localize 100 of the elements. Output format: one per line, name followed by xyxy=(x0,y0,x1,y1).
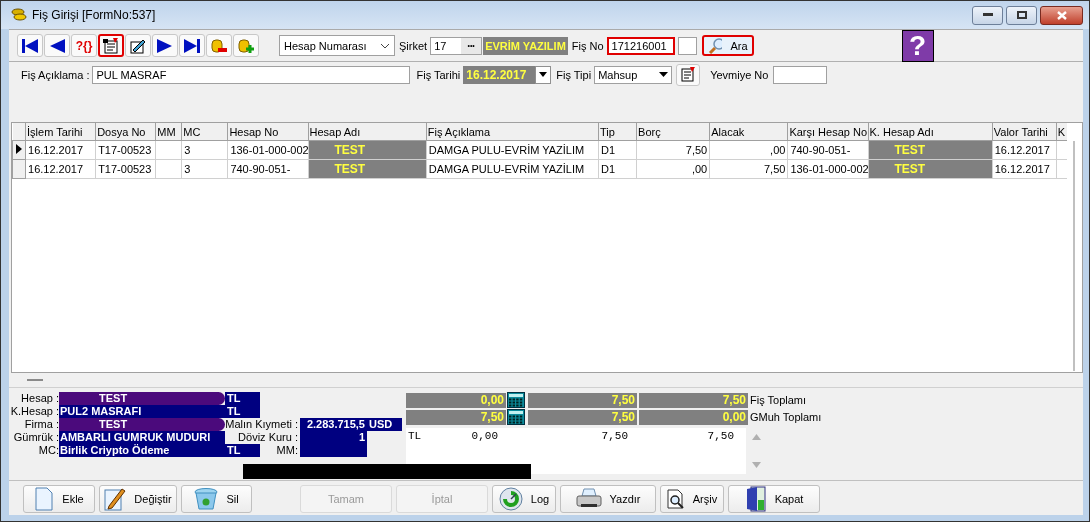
column-header[interactable]: Fiş Açıklama xyxy=(426,123,599,141)
printer-icon xyxy=(575,488,602,510)
dropdown-arrow-icon xyxy=(659,72,669,77)
import-tool-button[interactable] xyxy=(98,34,124,57)
table-cell: 3 xyxy=(181,140,228,160)
column-header[interactable]: Tip xyxy=(598,123,637,141)
document-tool-button[interactable] xyxy=(676,63,701,86)
info-label: Gümrük : xyxy=(12,431,59,444)
total-value: 0,00 xyxy=(639,409,748,425)
table-cell: ,00 xyxy=(709,140,788,160)
info-label: Hesap : xyxy=(20,392,59,405)
table-cell: T17-00523 xyxy=(95,140,156,160)
column-header[interactable]: Borç xyxy=(636,123,710,141)
add-tool-button[interactable] xyxy=(233,34,259,57)
table-cell: ,00 xyxy=(636,159,710,179)
summary-value: 0,00 xyxy=(470,430,498,442)
column-header[interactable]: K. Hesap Adı xyxy=(868,123,993,141)
column-header[interactable]: Valor Tarihi xyxy=(992,123,1057,141)
unit-value: USD xyxy=(367,418,402,431)
document-icon xyxy=(34,487,55,511)
column-header[interactable]: Alacak xyxy=(709,123,788,141)
minimize-icon xyxy=(982,13,993,17)
document-search-icon xyxy=(666,489,685,509)
info-value: 2.283.715,5 xyxy=(300,418,367,431)
info-label: Malın Kıymeti : xyxy=(225,418,299,431)
fis-tipi-dropdown[interactable]: Mahsup xyxy=(594,65,673,84)
first-tool-button[interactable] xyxy=(17,34,43,57)
info-value: TEST xyxy=(59,418,225,431)
currency-value: TL xyxy=(225,392,260,405)
currency-value: TL xyxy=(225,405,260,418)
fis-no-field[interactable]: 171216001 xyxy=(606,36,675,55)
add-button[interactable]: Ekle xyxy=(23,485,95,513)
yevmiye-no-field[interactable] xyxy=(773,65,828,84)
calculator-icon xyxy=(507,391,525,408)
table-cell: 3 xyxy=(181,159,228,179)
company-name: EVRİM YAZILIM xyxy=(483,36,568,55)
account-type-dropdown[interactable]: Hesap Numarası xyxy=(279,35,395,56)
total-value: 7,50 xyxy=(639,392,748,408)
column-header[interactable]: Hesap Adı xyxy=(308,123,427,141)
table-cell: 16.12.2017 xyxy=(25,159,96,179)
info-value xyxy=(300,444,367,457)
info-label: Döviz Kuru : xyxy=(237,431,299,444)
input-field[interactable] xyxy=(677,36,697,55)
yevmiye-no-label: Yevmiye No xyxy=(710,68,769,81)
print-button[interactable]: Yazdır xyxy=(560,485,656,513)
pencil-document-icon xyxy=(104,487,127,511)
chevron-down-icon xyxy=(380,42,390,49)
left-triangle-icon xyxy=(48,37,66,54)
table-cell: D1 xyxy=(598,140,637,160)
table-cell: 16.12.2017 xyxy=(992,159,1057,179)
column-header[interactable]: Karşı Hesap No xyxy=(787,123,868,141)
calculator-button[interactable] xyxy=(506,391,526,409)
column-header[interactable]: İşlem Tarihi xyxy=(25,123,96,141)
column-header[interactable]: MM xyxy=(155,123,182,141)
table-cell xyxy=(155,159,182,179)
total-value: 0,00 xyxy=(406,392,506,408)
fis-no-label: Fiş No xyxy=(571,39,604,52)
edit-button[interactable]: Değiştir xyxy=(99,485,177,513)
table-cell: 7,50 xyxy=(709,159,788,179)
currency-value: TL xyxy=(225,444,260,457)
edit-tool-button[interactable] xyxy=(125,34,151,57)
maximize-button[interactable] xyxy=(1006,5,1037,25)
info-label: MC: xyxy=(37,444,59,457)
recycle-bin-icon xyxy=(194,487,219,511)
magnifier-icon xyxy=(707,37,723,54)
minimize-button[interactable] xyxy=(972,5,1003,25)
log-button[interactable]: Log xyxy=(492,485,556,513)
table-cell: 16.12.2017 xyxy=(992,140,1057,160)
fis-aciklama-label: Fiş Açıklama : xyxy=(21,68,90,81)
next-tool-button[interactable] xyxy=(152,34,178,57)
prev-tool-button[interactable] xyxy=(44,34,70,57)
close-button[interactable]: Kapat xyxy=(728,485,820,513)
skip-first-icon xyxy=(21,37,39,54)
total-value: 7,50 xyxy=(528,392,637,408)
calculator-button[interactable] xyxy=(506,408,526,426)
window-title: Fiş Girişi [FormNo:537] xyxy=(32,8,156,22)
last-tool-button[interactable] xyxy=(179,34,205,57)
search-button[interactable]: Ara xyxy=(701,35,754,56)
delete-button[interactable]: Sil xyxy=(181,485,252,513)
archive-button[interactable]: Arşiv xyxy=(660,485,724,513)
table-cell: T17-00523 xyxy=(95,159,156,179)
column-header[interactable]: Dosya No xyxy=(95,123,156,141)
column-header[interactable]: Hesap No xyxy=(227,123,308,141)
database-plus-icon xyxy=(237,37,255,54)
query-tool-button[interactable]: ?{} xyxy=(71,34,97,57)
close-button[interactable] xyxy=(1040,5,1083,25)
fis-aciklama-field[interactable]: PUL MASRAF xyxy=(92,65,411,84)
table-cell: 16.12.2017 xyxy=(25,140,96,160)
column-header[interactable]: MC xyxy=(181,123,228,141)
total-label: Fiş Toplamı xyxy=(750,394,807,406)
pen-document-icon xyxy=(129,37,147,54)
remove-tool-button[interactable] xyxy=(206,34,232,57)
table-cell: 740-90-051- xyxy=(227,159,308,179)
right-triangle-icon xyxy=(156,37,174,54)
info-value: PUL2 MASRAFI xyxy=(59,405,225,418)
total-value: 7,50 xyxy=(406,409,506,425)
help-button[interactable]: ? xyxy=(901,30,934,62)
company-label: Şirket xyxy=(399,39,428,52)
row-indicator[interactable] xyxy=(12,140,26,160)
refresh-clock-icon xyxy=(498,487,523,511)
